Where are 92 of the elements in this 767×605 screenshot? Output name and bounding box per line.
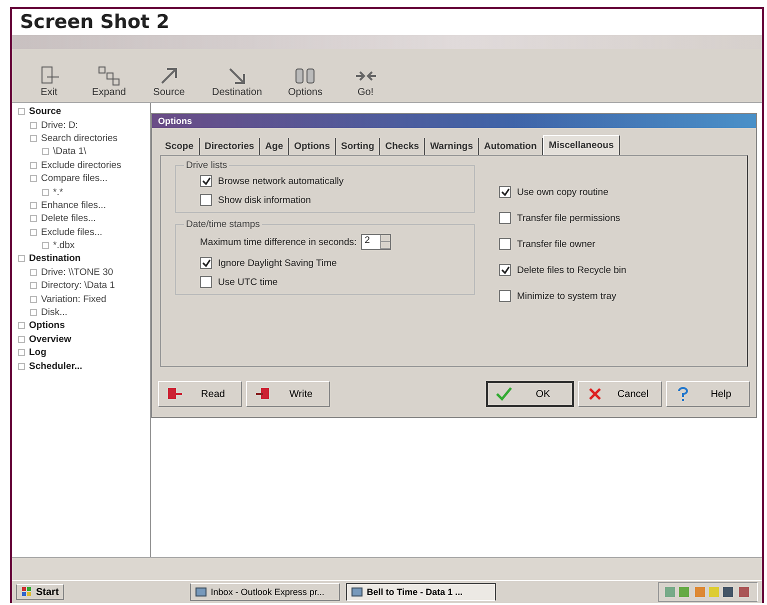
tree-node-icon <box>30 134 37 142</box>
spin-label: Maximum time difference in seconds: <box>200 236 357 248</box>
checkbox[interactable] <box>499 290 511 302</box>
tree-item[interactable]: \Data 1\ <box>53 146 86 158</box>
tick-icon <box>202 176 210 186</box>
checkbox[interactable] <box>499 264 511 276</box>
tree-node-icon <box>18 255 25 262</box>
toolbar-button[interactable]: Options <box>282 65 328 98</box>
checkbox-option[interactable]: Ignore Daylight Saving Time <box>200 257 464 269</box>
checkbox[interactable] <box>200 276 212 288</box>
tree-node-icon <box>42 188 49 196</box>
checkbox-option[interactable]: Browse network automatically <box>200 175 464 187</box>
toolbar-button[interactable]: Destination <box>206 65 268 98</box>
tree-node-icon <box>18 362 25 370</box>
dialog-title: Options <box>152 114 756 128</box>
tree-node-icon <box>42 148 49 156</box>
tree-node-icon <box>18 349 25 356</box>
taskbar-button[interactable]: Inbox - Outlook Express pr... <box>190 583 340 601</box>
tree-node-icon <box>18 108 25 116</box>
toolbar-button[interactable]: Go! <box>342 65 388 98</box>
tree-node-icon <box>30 175 37 182</box>
checkbox[interactable] <box>200 257 212 269</box>
dialog-button[interactable]: Cancel <box>578 381 662 407</box>
tree-item[interactable]: Exclude directories <box>41 160 122 171</box>
checkbox-option[interactable]: Minimize to system tray <box>499 290 626 302</box>
toolbar-button[interactable]: Expand <box>86 65 132 98</box>
tree-item[interactable]: Variation: Fixed <box>41 294 106 305</box>
tree-node-icon <box>30 268 37 276</box>
checkbox-option[interactable]: Use own copy routine <box>499 186 626 198</box>
tree-item[interactable]: Options <box>29 320 65 332</box>
tree-node-icon <box>42 242 49 250</box>
tree-item[interactable]: *.* <box>53 186 64 198</box>
dialog-button[interactable]: Help <box>666 381 750 407</box>
tree-item[interactable]: Exclude files... <box>41 226 102 238</box>
tree-item[interactable]: Scheduler... <box>29 360 82 372</box>
tree-node-icon <box>30 296 37 303</box>
group-title: Date/time stamps <box>185 219 261 230</box>
tree-node-icon <box>30 162 37 169</box>
tick-icon <box>202 258 210 268</box>
check-icon <box>496 387 512 401</box>
taskbar-button[interactable]: Bell to Time - Data 1 ... <box>346 583 496 601</box>
tree-item[interactable]: *.dbx <box>53 240 75 252</box>
tree-item[interactable]: Source <box>29 106 62 118</box>
tree-node-icon <box>30 215 37 222</box>
cross-icon <box>587 387 603 401</box>
checkbox-option[interactable]: Show disk information <box>200 194 464 206</box>
start-button[interactable]: Start <box>16 584 64 600</box>
write-icon <box>255 387 271 401</box>
tree-item[interactable]: Drive: D: <box>41 120 78 131</box>
tree-node-icon <box>30 122 37 129</box>
tick-icon <box>500 266 510 274</box>
app-icon <box>194 586 207 598</box>
toolbar-button[interactable]: Source <box>146 65 192 98</box>
tree-node-icon <box>18 322 25 330</box>
tree-node-icon <box>30 228 37 236</box>
checkbox-option[interactable]: Delete files to Recycle bin <box>499 264 626 276</box>
checkbox-option[interactable]: Use UTC time <box>200 276 464 288</box>
dialog-button[interactable]: OK <box>486 381 574 407</box>
tick-icon <box>500 188 510 196</box>
tree-node-icon <box>30 202 37 209</box>
dialog-button[interactable]: Write <box>246 381 330 407</box>
tree-item[interactable]: Search directories <box>41 132 118 144</box>
app-icon <box>350 586 363 598</box>
tree-node-icon <box>30 309 37 316</box>
tree-item[interactable]: Delete files... <box>41 213 96 224</box>
checkbox[interactable] <box>499 238 511 250</box>
tree-item[interactable]: Drive: \\TONE 30 <box>41 266 114 278</box>
checkbox[interactable] <box>200 175 212 187</box>
tree-item[interactable]: Destination <box>29 253 81 264</box>
spin-field[interactable]: 2 <box>360 234 391 250</box>
checkbox[interactable] <box>200 194 212 206</box>
toolbar-button[interactable]: Exit <box>26 65 72 98</box>
tree-node-icon <box>30 282 37 290</box>
caption: Screen Shot 2 <box>20 11 170 33</box>
tree-item[interactable]: Enhance files... <box>41 200 106 211</box>
checkbox-option[interactable]: Transfer file permissions <box>499 212 626 224</box>
tree-item[interactable]: Directory: \Data 1 <box>41 280 115 292</box>
read-icon <box>167 387 183 401</box>
tree-item[interactable]: Overview <box>29 334 72 345</box>
checkbox-option[interactable]: Transfer file owner <box>499 238 626 250</box>
tree-node-icon <box>18 336 25 343</box>
tree-item[interactable]: Log <box>29 347 46 358</box>
checkbox[interactable] <box>499 212 511 224</box>
group-title: Drive lists <box>185 160 228 171</box>
tree-item[interactable]: Disk... <box>41 307 68 318</box>
dialog-button[interactable]: Read <box>158 381 242 407</box>
checkbox[interactable] <box>499 186 511 198</box>
question-icon <box>675 387 691 401</box>
windows-flag-icon <box>21 586 33 598</box>
tree-item[interactable]: Compare files... <box>41 173 108 184</box>
expand-icon <box>97 65 121 87</box>
tab[interactable]: Miscellaneous <box>542 135 620 155</box>
